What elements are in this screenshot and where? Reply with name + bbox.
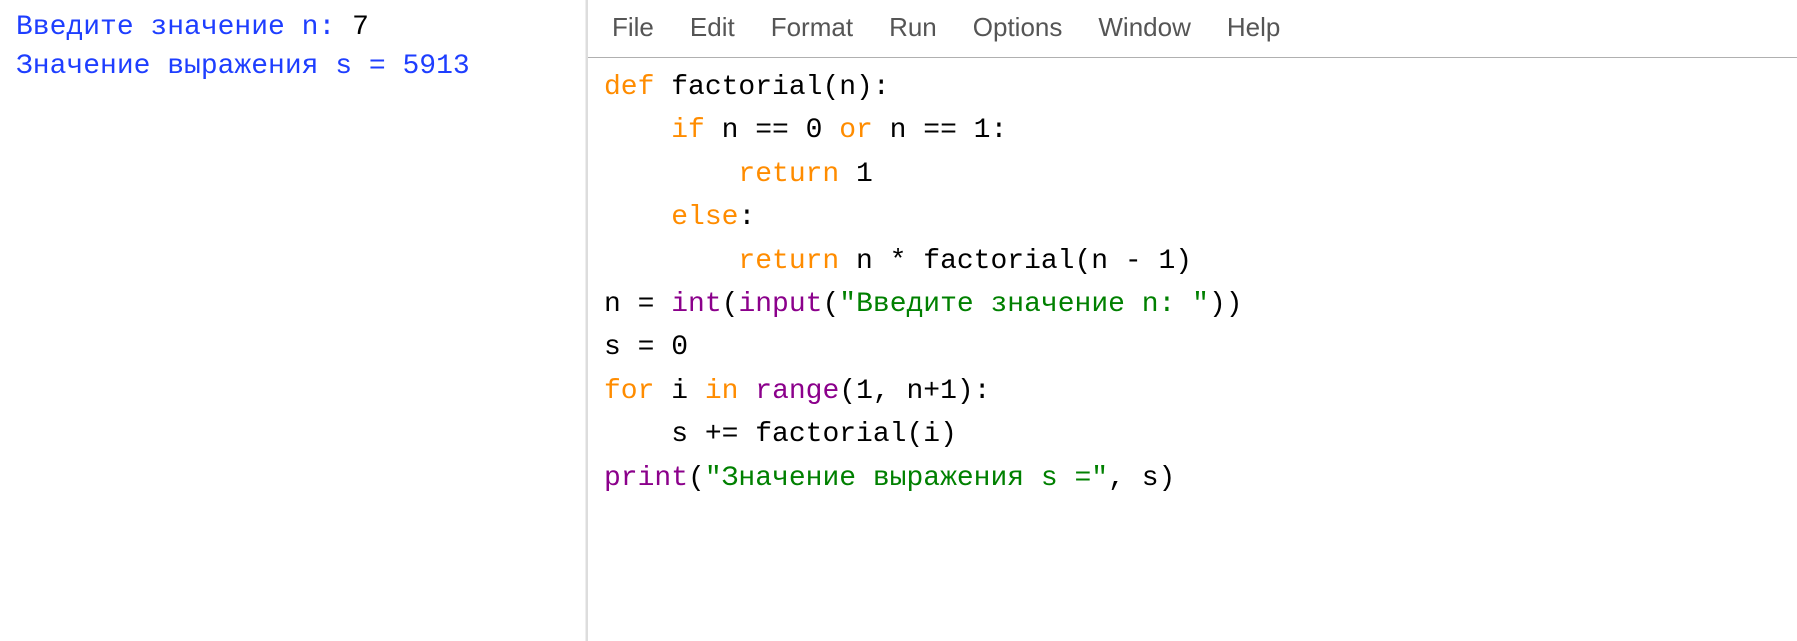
menu-run[interactable]: Run: [889, 12, 937, 43]
keyword-in: in: [705, 376, 739, 407]
console-line-1: Введите значение n: 7: [16, 8, 570, 47]
code-text: n * factorial(n - 1): [839, 246, 1192, 277]
indent: [604, 159, 738, 190]
menu-format[interactable]: Format: [771, 12, 853, 43]
user-input-value: 7: [352, 12, 369, 43]
keyword-if: if: [671, 115, 705, 146]
code-text: (: [822, 289, 839, 320]
code-text: 1: [839, 159, 873, 190]
keyword-return: return: [738, 159, 839, 190]
code-text: (1, n+1):: [839, 376, 990, 407]
code-text: n == 1:: [873, 115, 1007, 146]
indent: [604, 419, 671, 450]
code-text: s = 0: [604, 332, 688, 363]
menu-options[interactable]: Options: [973, 12, 1063, 43]
keyword-or: or: [839, 115, 873, 146]
code-text: n =: [604, 289, 671, 320]
builtin-input: input: [738, 289, 822, 320]
code-text: )): [1209, 289, 1243, 320]
indent: [604, 246, 738, 277]
menu-window[interactable]: Window: [1098, 12, 1190, 43]
builtin-range: range: [755, 376, 839, 407]
keyword-for: for: [604, 376, 654, 407]
code-editor[interactable]: def factorial(n): if n == 0 or n == 1: r…: [588, 58, 1797, 508]
code-text: (: [688, 463, 705, 494]
menu-help[interactable]: Help: [1227, 12, 1280, 43]
editor-pane: File Edit Format Run Options Window Help…: [588, 0, 1797, 641]
code-text: , s): [1108, 463, 1175, 494]
code-text: n == 0: [705, 115, 839, 146]
keyword-else: else: [671, 202, 738, 233]
builtin-print: print: [604, 463, 688, 494]
string-literal: "Введите значение n: ": [839, 289, 1209, 320]
code-text: factorial(n):: [654, 72, 889, 103]
code-text: i: [654, 376, 704, 407]
result-label: Значение выражения s =: [16, 51, 402, 82]
indent: [604, 202, 671, 233]
result-value: 5913: [402, 51, 469, 82]
builtin-int: int: [671, 289, 721, 320]
keyword-return: return: [738, 246, 839, 277]
console-line-2: Значение выражения s = 5913: [16, 47, 570, 86]
code-text: s += factorial(i): [671, 419, 957, 450]
console-output-pane: Введите значение n: 7 Значение выражения…: [0, 0, 588, 641]
prompt-text: Введите значение n:: [16, 12, 352, 43]
indent: [604, 115, 671, 146]
code-text: (: [722, 289, 739, 320]
string-literal: "Значение выражения s =": [705, 463, 1108, 494]
code-text: :: [738, 202, 755, 233]
keyword-def: def: [604, 72, 654, 103]
menu-file[interactable]: File: [612, 12, 654, 43]
menu-bar: File Edit Format Run Options Window Help: [588, 0, 1797, 58]
menu-edit[interactable]: Edit: [690, 12, 735, 43]
code-text: [738, 376, 755, 407]
